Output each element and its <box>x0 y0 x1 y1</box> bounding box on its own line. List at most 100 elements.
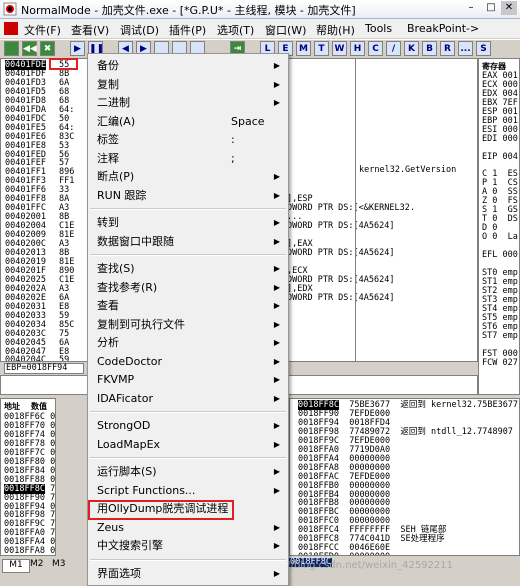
maximize-button[interactable]: □ <box>483 1 499 15</box>
context-menu-item[interactable]: 查看 ▶ <box>88 297 288 315</box>
menu-window[interactable]: 窗口(W) <box>265 22 306 38</box>
tab-m3[interactable]: M3 <box>52 559 66 569</box>
toolbar-s[interactable]: S <box>476 41 491 56</box>
menu-item-shortcut: Space <box>231 114 265 128</box>
close-button[interactable]: ✕ <box>501 1 517 15</box>
context-menu-item[interactable]: RUN 跟踪 ▶ <box>88 187 288 205</box>
context-menu-item[interactable]: 转到 ▶ <box>88 214 288 232</box>
menu-item-label: 汇编(A) <box>97 114 136 128</box>
submenu-arrow-icon: ▶ <box>273 98 280 107</box>
registers-pane[interactable]: 寄存器 EAX 001 ECX 000 EDX 004 EBX 7EF ESP … <box>478 58 520 395</box>
context-menu-item[interactable]: 界面选项 ▶ <box>88 565 288 583</box>
register-line[interactable]: ST7 emp <box>482 331 518 341</box>
register-line[interactable]: FCW 027 <box>482 358 518 368</box>
menu-item-label: 中文搜索引擎 <box>97 539 163 552</box>
disasm-operand[interactable]: DWORD PTR DS:[4A5624] <box>287 248 394 258</box>
dump-address-header: 地址 <box>4 402 20 411</box>
register-line[interactable]: EIP 004 <box>482 152 518 162</box>
menu-item-label: 数据窗口中跟随 <box>97 234 174 248</box>
context-menu-item[interactable]: LoadMapEx ▶ <box>88 436 288 454</box>
disasm-operand[interactable]: DWORD PTR DS:[<&KERNEL32. <box>287 203 415 213</box>
context-menu-item[interactable]: CodeDoctor ▶ <box>88 353 288 371</box>
selected-instruction-highlight <box>49 58 78 70</box>
submenu-arrow-icon: ▶ <box>273 338 280 347</box>
stack-address[interactable]: 0018FFD0 <box>298 552 339 555</box>
submenu-arrow-icon: ▶ <box>273 421 280 430</box>
context-menu-item[interactable]: 分析 ▶ <box>88 334 288 352</box>
menu-help[interactable]: 帮助(H) <box>316 22 355 38</box>
context-menu-item[interactable]: 查找(S) ▶ <box>88 260 288 278</box>
toolbar-m[interactable]: M <box>296 41 311 56</box>
stack-comment: SE处理程序 <box>400 534 445 545</box>
context-menu-item[interactable]: 汇编(A) Space <box>88 113 288 131</box>
restart-icon[interactable]: ◀◀ <box>22 41 37 56</box>
context-menu-item[interactable]: 查找参考(R) ▶ <box>88 279 288 297</box>
menu-item-label: 分析 <box>97 336 119 349</box>
context-menu-item[interactable]: 中文搜索引擎 ▶ <box>88 537 288 555</box>
minimize-button[interactable]: – <box>463 1 479 15</box>
menu-tools[interactable]: Tools <box>365 22 392 35</box>
toolbar-r[interactable]: R <box>440 41 455 56</box>
stack-pane[interactable]: 0018FF8C 75BE3677 返回到 kernel32.75BE3677 … <box>289 398 520 556</box>
context-menu-item[interactable]: 备份 ▶ <box>88 57 288 75</box>
submenu-arrow-icon: ▶ <box>273 79 280 89</box>
context-menu-item[interactable]: 标签: <box>88 131 288 149</box>
dump-pane[interactable]: 地址 数值 0018FF6C 0000 0018FF70 0000 0018FF… <box>0 398 56 556</box>
menu-view[interactable]: 查看(V) <box>71 22 109 38</box>
stack-value[interactable]: 00000000 <box>349 552 390 555</box>
menu-debug[interactable]: 调试(D) <box>120 22 159 38</box>
menu-file[interactable]: 文件(F) <box>24 22 61 38</box>
submenu-arrow-icon: ▶ <box>273 467 280 476</box>
registers-list: EAX 001 ECX 000 EDX 004 EBX 7EF ESP 001 … <box>482 72 518 367</box>
context-menu-item[interactable]: FKVMP ▶ <box>88 371 288 389</box>
menu-plugins[interactable]: 插件(P) <box>169 22 206 38</box>
disasm-address[interactable]: 0040204C <box>5 355 46 361</box>
register-line[interactable]: O 0 La <box>482 232 518 242</box>
menu-item-label: 二进制 <box>97 96 130 109</box>
disasm-operand[interactable]: DWORD PTR DS:[4A5624] <box>287 293 394 303</box>
window-title: NormalMode - 加壳文件.exe - [*G.P.U* - 主线程, … <box>21 4 356 17</box>
context-menu-item[interactable]: StrongOD ▶ <box>88 417 288 435</box>
toolbar-w[interactable]: W <box>332 41 347 56</box>
context-menu-item[interactable]: 复制 ▶ <box>88 76 288 94</box>
context-menu-item[interactable]: IDAFicator ▶ <box>88 390 288 408</box>
context-menu-item[interactable]: 断点(P) ▶ <box>88 168 288 186</box>
context-menu-item[interactable]: 二进制 ▶ <box>88 94 288 112</box>
toolbar-h[interactable]: H <box>350 41 365 56</box>
run-icon[interactable]: ▶ <box>70 41 85 56</box>
submenu-arrow-icon: ▶ <box>273 439 280 449</box>
doc-icon[interactable] <box>4 22 18 35</box>
submenu-arrow-icon: ▶ <box>273 282 280 292</box>
toolbar-k[interactable]: K <box>404 41 419 56</box>
menu-item-label: 查找(S) <box>97 262 135 275</box>
context-menu-item[interactable]: Zeus ▶ <box>88 519 288 537</box>
context-menu-item[interactable]: Script Functions... ▶ <box>88 482 288 500</box>
context-menu-item[interactable]: 注释; <box>88 150 288 168</box>
menu-separator <box>90 254 286 256</box>
tab-m1[interactable]: M1 <box>2 559 30 573</box>
disasm-operand[interactable]: DWORD PTR DS:[4A5624] <box>287 221 394 231</box>
toolbar-slash[interactable]: / <box>386 41 401 56</box>
context-menu-item[interactable]: 运行脚本(S) ▶ <box>88 463 288 481</box>
menu-options[interactable]: 选项(T) <box>217 22 254 38</box>
dump-address[interactable]: 0018FFA8 <box>4 546 45 555</box>
menu-breakpoint[interactable]: BreakPoint-> <box>407 22 479 35</box>
menu-item-label: CodeDoctor <box>97 354 162 368</box>
dump-value-header: 数值 <box>31 402 47 411</box>
tab-m2[interactable]: M2 <box>30 559 44 569</box>
toolbar-c[interactable]: C <box>368 41 383 56</box>
disasm-byte[interactable]: 59 <box>59 355 69 361</box>
submenu-arrow-icon: ▶ <box>273 319 280 329</box>
context-menu-item[interactable]: 复制到可执行文件 ▶ <box>88 316 288 334</box>
toolbar-ellipsis[interactable]: ... <box>458 41 473 56</box>
ollydump-highlight-box <box>88 500 234 520</box>
open-icon[interactable] <box>4 41 19 56</box>
toolbar-t[interactable]: T <box>314 41 329 56</box>
disasm-bytes-column: 55 8B 6A 68 68 64: 50 64: 83C 53 56 57 8… <box>59 61 74 361</box>
close-process-icon[interactable]: ✖ <box>40 41 55 56</box>
context-menu-item[interactable]: 数据窗口中跟随 ▶ <box>88 233 288 251</box>
register-line[interactable]: EFL 000 <box>482 250 518 260</box>
register-line[interactable]: EDI 000 <box>482 134 518 144</box>
toolbar-b[interactable]: B <box>422 41 437 56</box>
dump-value[interactable]: 0000 <box>50 546 55 555</box>
